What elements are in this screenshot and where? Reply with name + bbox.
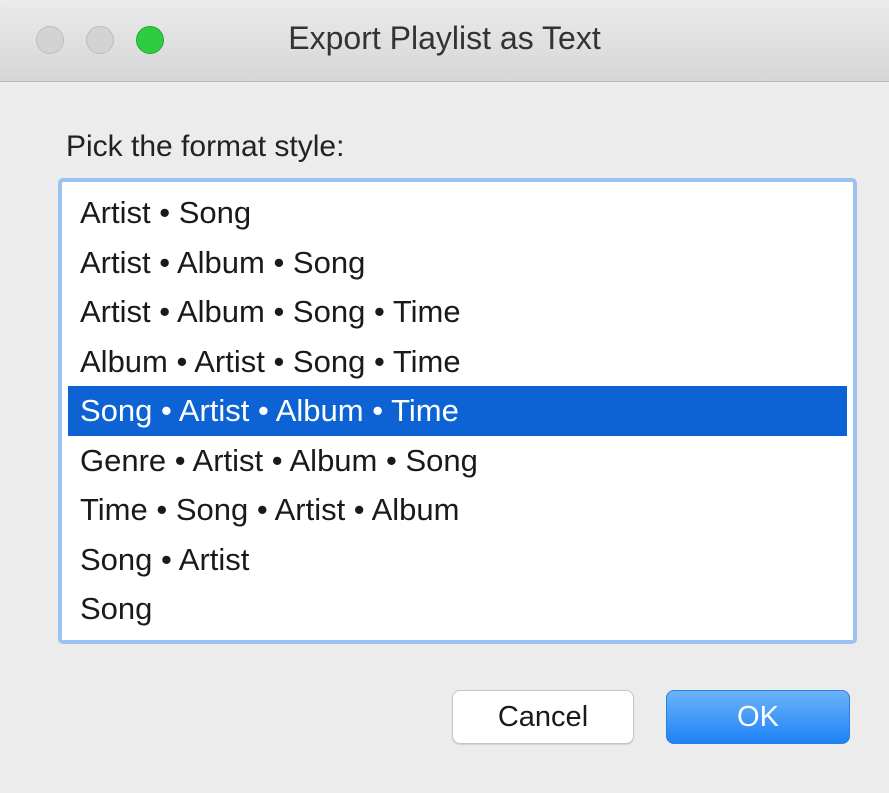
format-option[interactable]: Song (68, 584, 847, 634)
format-option[interactable]: Song • Artist (68, 535, 847, 585)
format-style-list[interactable]: Artist • Song Artist • Album • Song Arti… (58, 178, 857, 644)
format-option[interactable]: Genre • Artist • Album • Song (68, 436, 847, 486)
format-option[interactable]: Artist • Song (68, 188, 847, 238)
format-prompt-label: Pick the format style: (66, 130, 345, 163)
format-option[interactable]: Artist • Album • Song • Time (68, 287, 847, 337)
format-option[interactable]: Artist • Album • Song (68, 238, 847, 288)
title-bar[interactable]: Export Playlist as Text (0, 0, 889, 82)
ok-button[interactable]: OK (666, 690, 850, 744)
cancel-button[interactable]: Cancel (452, 690, 634, 744)
window-title: Export Playlist as Text (288, 20, 601, 56)
format-option[interactable]: Album • Artist • Song • Time (68, 337, 847, 387)
format-option-selected[interactable]: Song • Artist • Album • Time (68, 386, 847, 436)
export-dialog-window: Export Playlist as Text Pick the format … (0, 0, 889, 793)
format-option[interactable]: Time • Song • Artist • Album (68, 485, 847, 535)
